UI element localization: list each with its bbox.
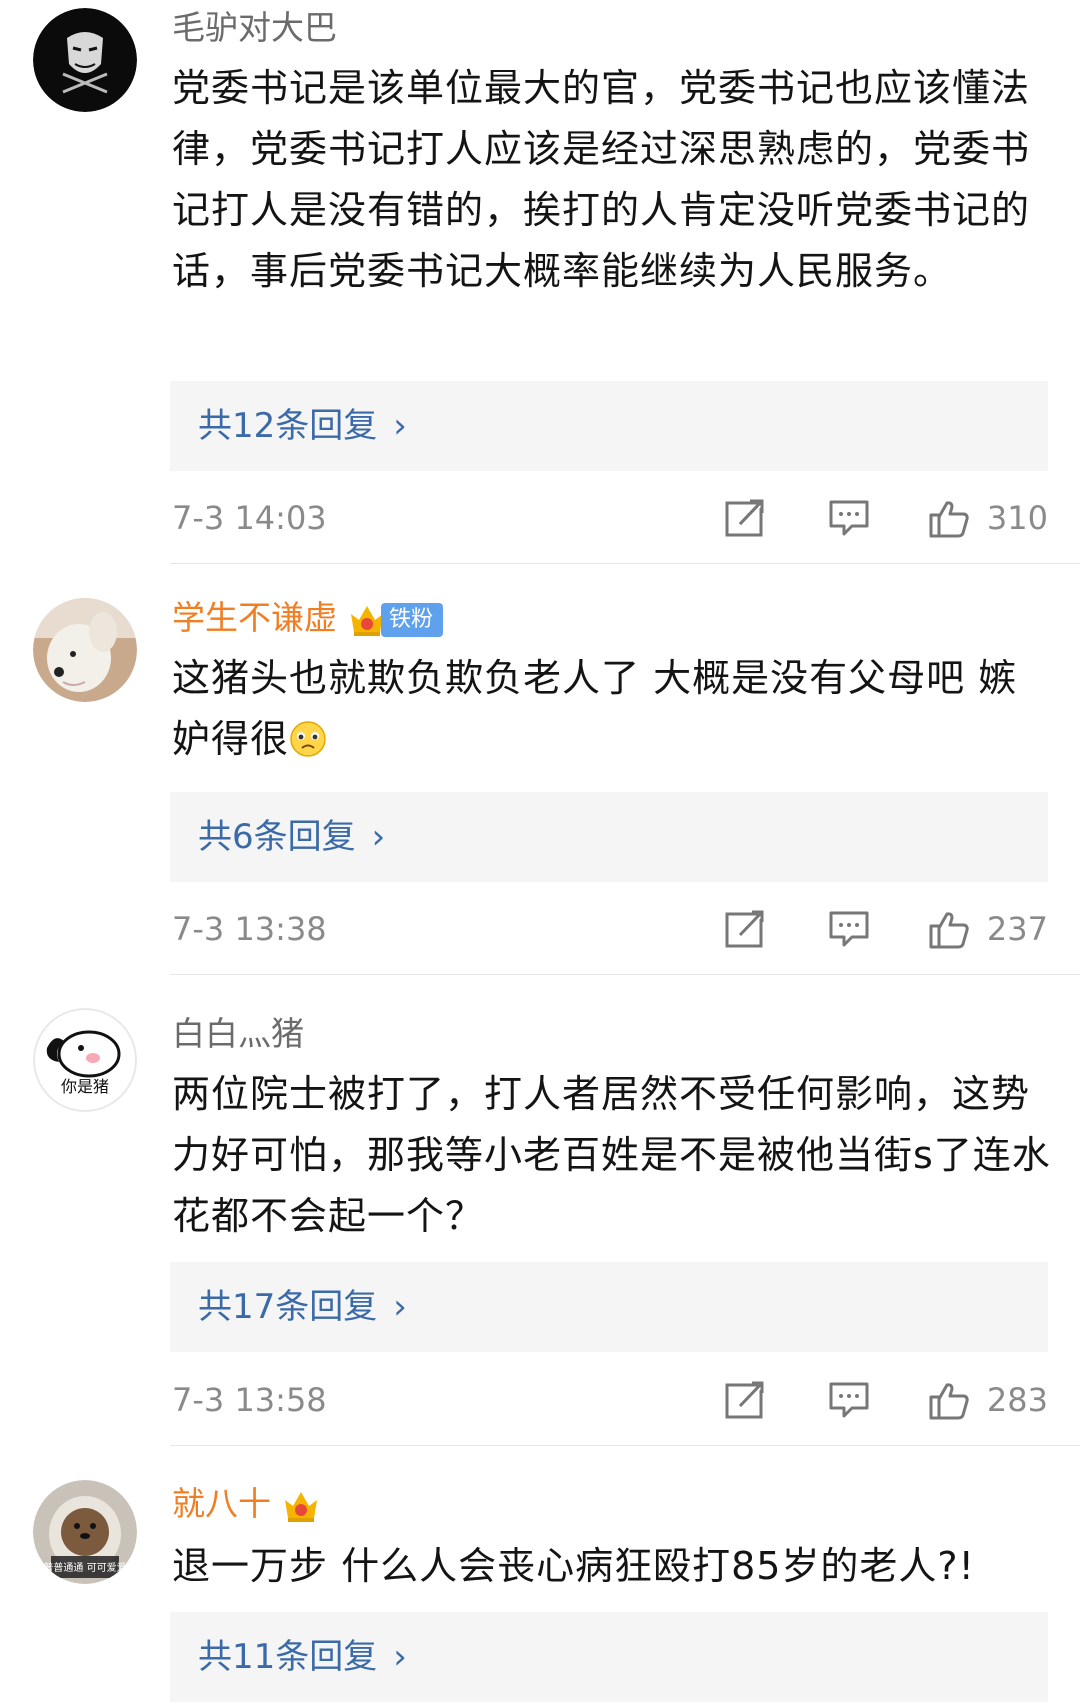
username[interactable]: 白白灬猪 (172, 1014, 304, 1054)
thumbs-up-icon[interactable] (928, 1380, 970, 1420)
timestamp: 7-3 13:58 (172, 1381, 327, 1419)
timestamp: 7-3 13:38 (172, 910, 327, 948)
avatar-cartoon-image: 你是猪 (33, 1008, 137, 1112)
comment-icon[interactable] (828, 498, 870, 538)
avatar[interactable] (33, 598, 137, 702)
comment-icon[interactable] (828, 909, 870, 949)
username[interactable]: 学生不谦虚 铁粉 (172, 598, 444, 640)
fan-badge[interactable]: 铁粉 (337, 600, 444, 640)
replies-link[interactable]: 共6条回复 › (170, 792, 1048, 882)
avatar-caption: 你是猪 (61, 1077, 109, 1096)
share-icon[interactable] (724, 498, 766, 538)
avatar-mask-image (33, 8, 137, 112)
share-icon[interactable] (724, 909, 766, 949)
chevron-right-icon: › (393, 1637, 407, 1677)
avatar-otter-image: 普普通通 可可爱爱 (33, 1480, 137, 1584)
username-text: 学生不谦虚 (172, 598, 337, 637)
replies-count: 共12条回复 (198, 406, 378, 446)
replies-link[interactable]: 共12条回复 › (170, 381, 1048, 471)
comment-meta: 7-3 13:38 237 (172, 904, 1048, 954)
comment-meta: 7-3 14:03 310 (172, 493, 1048, 543)
chevron-right-icon: › (371, 817, 386, 857)
comment-text: 两位院士被打了，打人者居然不受任何影响，这势力好可怕，那我等小老百姓是不是被他当… (172, 1072, 1051, 1238)
thumbs-up-icon[interactable] (928, 909, 970, 949)
like-count: 310 (986, 499, 1048, 537)
timestamp: 7-3 14:03 (172, 499, 327, 537)
like-count: 237 (986, 910, 1048, 948)
crown-icon[interactable] (281, 1486, 321, 1526)
replies-count: 共6条回复 (198, 817, 356, 857)
divider (170, 1445, 1080, 1446)
divider (170, 974, 1080, 975)
replies-count: 共17条回复 (198, 1287, 378, 1327)
replies-link[interactable]: 共17条回复 › (170, 1262, 1048, 1352)
username[interactable]: 毛驴对大巴 (172, 8, 337, 48)
comment-meta: 7-3 13:58 283 (172, 1375, 1048, 1425)
replies-count: 共11条回复 (198, 1637, 378, 1677)
chevron-right-icon: › (393, 1287, 407, 1327)
sad-face-emoji-icon (290, 721, 326, 757)
avatar[interactable] (33, 8, 137, 112)
divider (170, 563, 1080, 564)
avatar-caption: 普普通通 可可爱爱 (43, 1561, 126, 1574)
tiefen-badge: 铁粉 (381, 602, 444, 637)
share-icon[interactable] (724, 1380, 766, 1420)
chevron-right-icon: › (393, 406, 407, 446)
thumbs-up-icon[interactable] (928, 498, 970, 538)
like-count: 283 (986, 1381, 1048, 1419)
username-text: 就八十 (172, 1484, 271, 1523)
comment-icon[interactable] (828, 1380, 870, 1420)
avatar[interactable]: 普普通通 可可爱爱 (33, 1480, 137, 1584)
comment-text: 党委书记是该单位最大的官，党委书记也应该懂法律，党委书记打人应该是经过深思熟虑的… (172, 66, 1031, 293)
avatar-dog-image (33, 598, 137, 702)
comment-text: 这猪头也就欺负欺负老人了 大概是没有父母吧 嫉妒得很 (172, 648, 1052, 770)
comment-text: 退一万步 什么人会丧心病狂殴打85岁的老人?! (172, 1544, 975, 1588)
avatar[interactable]: 你是猪 (33, 1008, 137, 1112)
username[interactable]: 就八十 (172, 1484, 321, 1526)
replies-link[interactable]: 共11条回复 › (170, 1612, 1048, 1702)
